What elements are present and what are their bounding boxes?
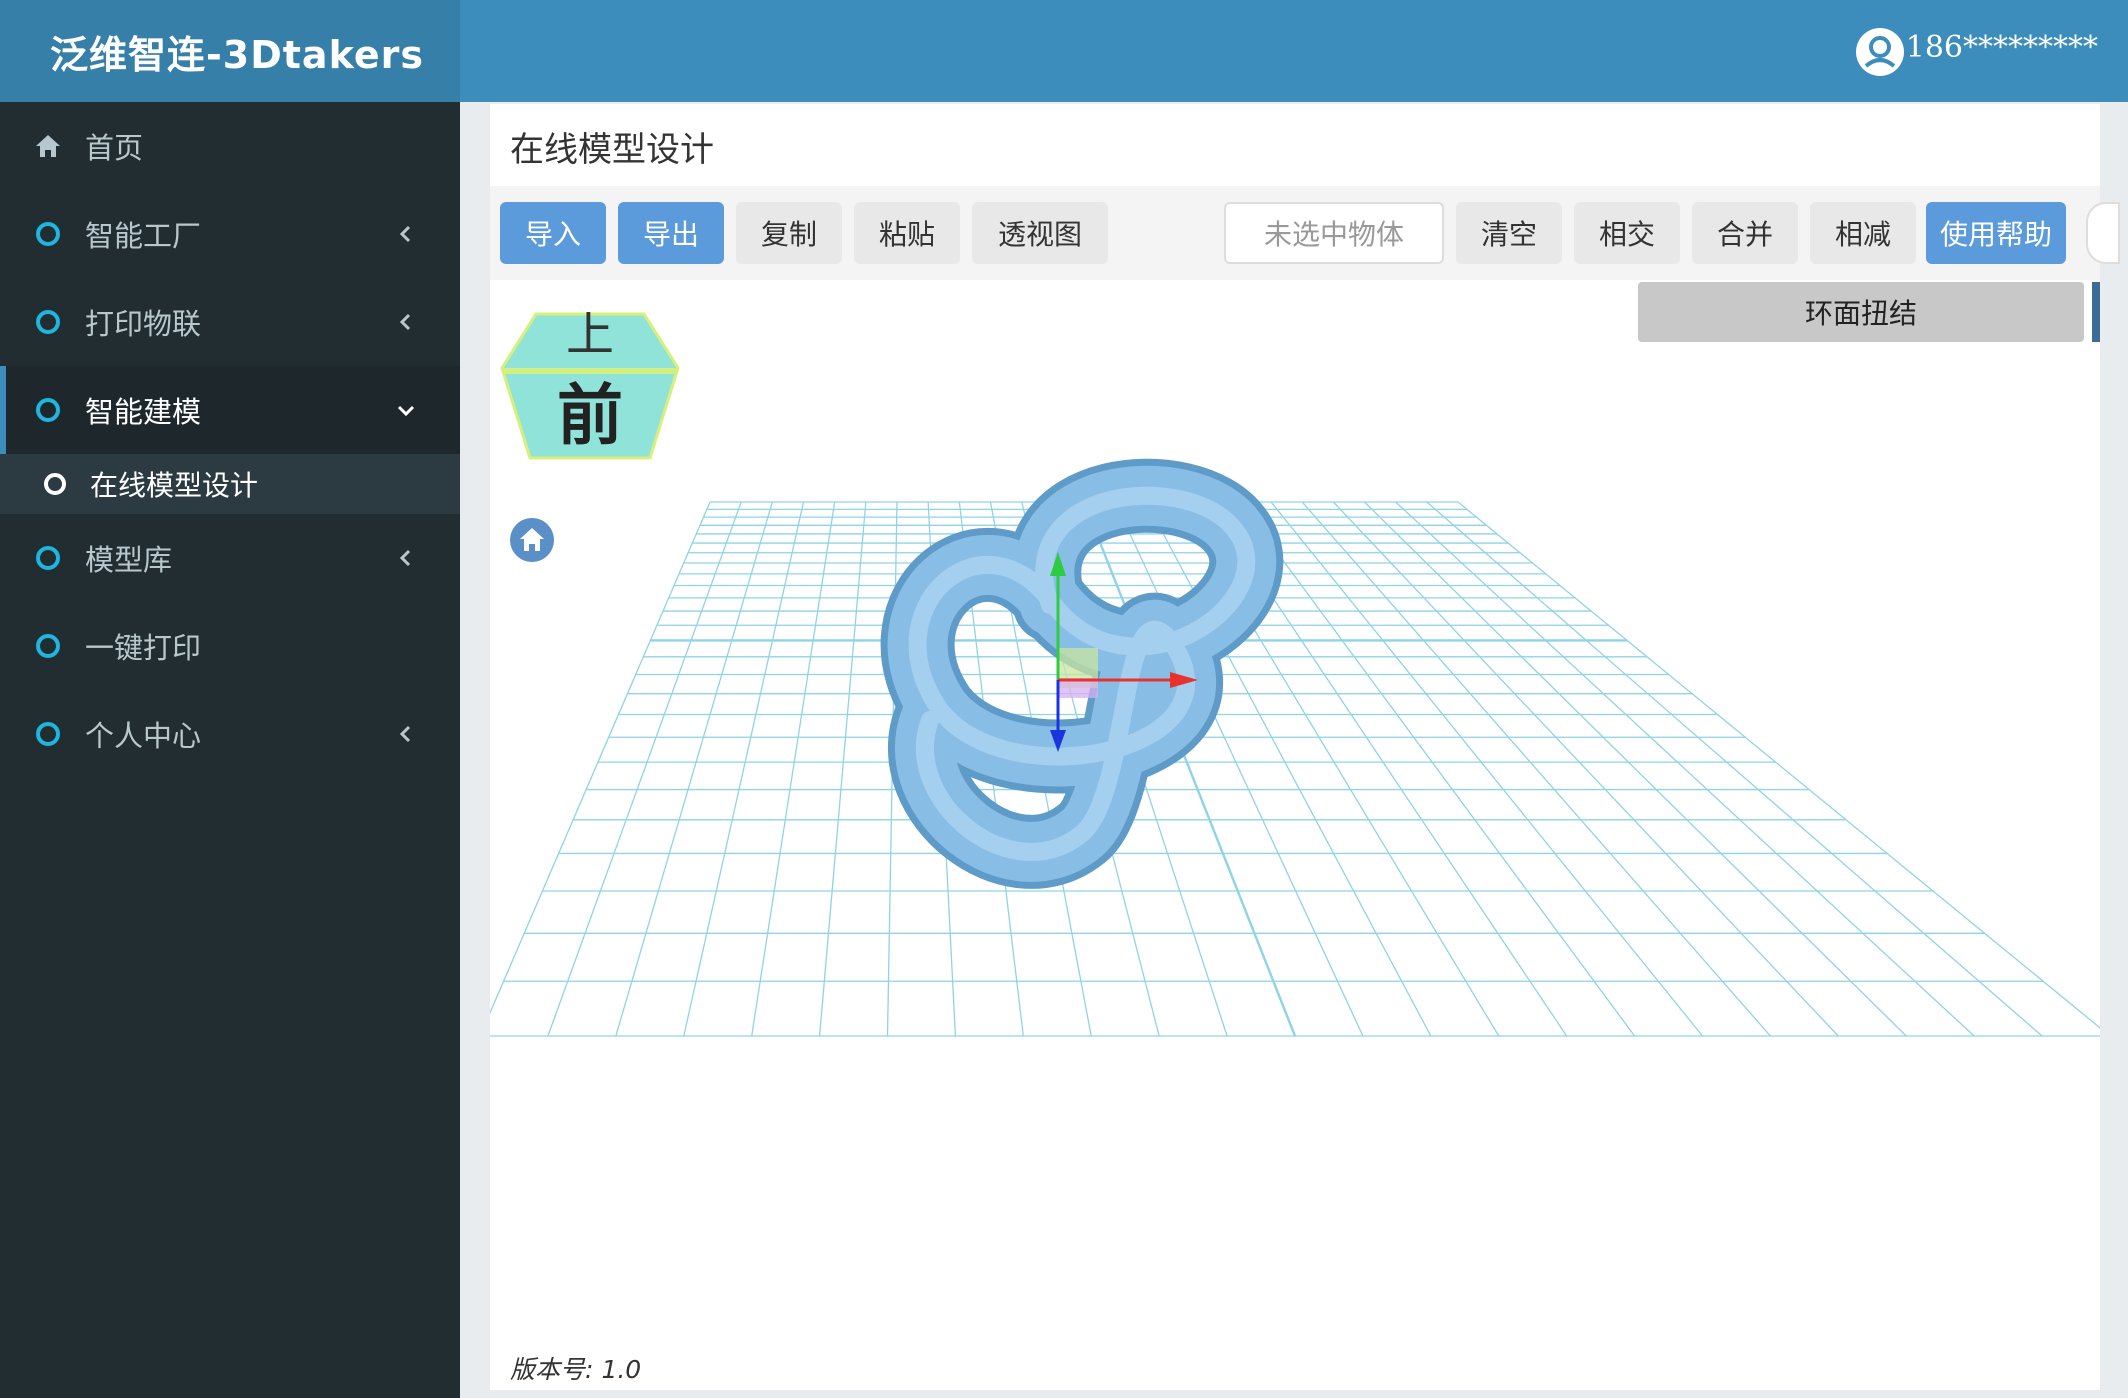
user-avatar-icon[interactable]: [1856, 28, 1904, 76]
content-panel: 在线模型设计 导入 导出 复制 粘贴 透视图 未选中物体 清空 相交 合并 相减…: [490, 104, 2120, 1390]
brand-logo[interactable]: 泛维智连-3Dtakers: [0, 0, 460, 102]
chevron-left-icon: [399, 549, 411, 567]
clear-button[interactable]: 清空: [1456, 202, 1562, 264]
home-icon: [36, 135, 60, 157]
sidebar: 首页 智能工厂 打印物联 智能建模 在线模型设计 模型库 一键打印 个人中心: [0, 102, 460, 1398]
circle-icon: [36, 222, 60, 246]
sidebar-item-personal-center[interactable]: 个人中心: [0, 690, 460, 778]
grid-line: [1457, 501, 2100, 1029]
paste-button[interactable]: 粘贴: [854, 202, 960, 264]
reset-view-home-button[interactable]: [510, 518, 554, 562]
perspective-view-button[interactable]: 透视图: [972, 202, 1108, 264]
circle-icon: [36, 310, 60, 334]
toolbar-scroll-edge[interactable]: [2086, 202, 2120, 264]
version-value: 1.0: [601, 1355, 642, 1384]
chevron-left-icon: [399, 225, 411, 243]
grid-line: [1332, 501, 1839, 1037]
grid-line: [818, 501, 867, 1037]
merge-button[interactable]: 合并: [1692, 202, 1798, 264]
toolbar: 导入 导出 复制 粘贴 透视图 未选中物体 清空 相交 合并 相减 使用帮助: [490, 186, 2120, 282]
version-label: 版本号:: [510, 1355, 594, 1384]
copy-button[interactable]: 复制: [736, 202, 842, 264]
grid-line: [1426, 501, 2043, 1037]
sidebar-item-print-iot[interactable]: 打印物联: [0, 278, 460, 366]
view-cube[interactable]: 上 前: [500, 312, 680, 462]
chevron-down-icon: [397, 405, 415, 417]
view-cube-front-label[interactable]: 前: [557, 376, 623, 454]
circle-icon: [36, 398, 60, 422]
version-info: 版本号: 1.0: [510, 1350, 649, 1386]
chevron-left-icon: [399, 725, 411, 743]
sidebar-item-label: 首页: [85, 131, 144, 165]
page-title: 在线模型设计: [510, 130, 714, 170]
home-icon: [520, 528, 544, 551]
grid-line: [1270, 501, 1704, 1037]
grid-line: [683, 501, 805, 1037]
selection-status: 未选中物体: [1224, 202, 1444, 264]
grid-line: [751, 501, 836, 1037]
chevron-left-icon: [399, 313, 411, 331]
grid-line: [490, 501, 711, 1015]
user-account-name[interactable]: 186*********: [1906, 30, 2098, 65]
intersect-button[interactable]: 相交: [1574, 202, 1680, 264]
sidebar-item-label: 模型库: [85, 543, 173, 577]
top-navbar: 186*********: [460, 0, 2128, 102]
sidebar-item-label: 智能建模: [85, 395, 202, 429]
sidebar-item-label: 智能工厂: [85, 219, 202, 253]
sidebar-item-label: 个人中心: [85, 719, 202, 753]
sidebar-subitem-label: 在线模型设计: [90, 469, 259, 502]
view-cube-top-label[interactable]: 上: [566, 312, 614, 362]
sidebar-item-smart-modeling[interactable]: 智能建模: [0, 366, 460, 454]
floor-grid: [490, 501, 2100, 1037]
3d-viewport[interactable]: 环面扭结 上 前 版本号: 1.0: [490, 280, 2100, 1390]
circle-icon: [36, 546, 60, 570]
grid-line: [1395, 501, 1975, 1037]
circle-icon: [36, 634, 60, 658]
preset-shape-dropdown[interactable]: 环面扭结: [1638, 282, 2084, 342]
export-button[interactable]: 导出: [618, 202, 724, 264]
sidebar-item-home[interactable]: 首页: [0, 102, 460, 190]
grid-line: [547, 501, 742, 1037]
sidebar-item-model-library[interactable]: 模型库: [0, 514, 460, 602]
viewport-canvas: [490, 458, 2100, 1037]
grid-line: [1364, 501, 1907, 1037]
sidebar-item-one-click-print[interactable]: 一键打印: [0, 602, 460, 690]
preset-dropdown-edge[interactable]: [2092, 282, 2100, 342]
import-button[interactable]: 导入: [500, 202, 606, 264]
subtract-button[interactable]: 相减: [1810, 202, 1916, 264]
grid-line: [1301, 501, 1771, 1037]
torus-knot-model[interactable]: [880, 458, 1284, 889]
sidebar-item-label: 打印物联: [85, 307, 202, 341]
sidebar-item-label: 一键打印: [85, 631, 202, 665]
circle-icon: [44, 473, 66, 495]
grid-line: [615, 501, 773, 1037]
circle-icon: [36, 722, 60, 746]
sidebar-subitem-online-model-design[interactable]: 在线模型设计: [0, 454, 460, 514]
grid-line: [1239, 501, 1636, 1037]
sidebar-item-smart-factory[interactable]: 智能工厂: [0, 190, 460, 278]
help-button[interactable]: 使用帮助: [1926, 202, 2066, 264]
